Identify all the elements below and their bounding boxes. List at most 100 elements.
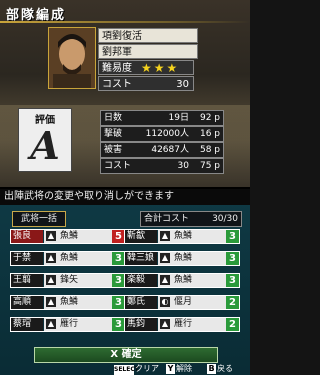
stat-label: 被害	[104, 145, 123, 155]
unit-name: 靳歙	[125, 230, 157, 243]
bulk-assign-button[interactable]: 武将一括	[12, 211, 66, 227]
back-button[interactable]: B 戻る	[207, 363, 233, 375]
formation-box: ▲ 雁行	[44, 318, 112, 331]
unit-name: 韓三娘	[125, 252, 157, 265]
formation-box: ◐ 偃月	[158, 296, 226, 309]
formation-icon: ▲	[46, 253, 56, 263]
formation-icon: ▲	[46, 319, 56, 329]
scenario-cost-label: コスト	[102, 79, 132, 90]
formation-icon: ▲	[160, 319, 170, 329]
unit-slot[interactable]: 馬鈞 ▲ 雁行 2	[124, 317, 240, 332]
unit-cost-badge: 3	[226, 274, 239, 287]
stat-row-damage: 被害 42687人 58 p	[100, 142, 224, 158]
bottom-screen: 出陣武将の変更や取り消しができます 武将一括 合計コスト 30/30 X 確定 …	[0, 189, 250, 375]
formation-icon: ▲	[46, 231, 56, 241]
clear-button[interactable]: SELECTクリア	[114, 363, 159, 375]
formation-box: ▲ 鋒矢	[44, 274, 112, 287]
unit-cost-badge: 3	[226, 252, 239, 265]
stat-label: 日数	[104, 113, 123, 123]
formation-icon: ▲	[46, 275, 56, 285]
x-button-icon: X	[110, 349, 119, 360]
back-label: 戻る	[217, 364, 233, 373]
commander-portrait	[48, 27, 96, 89]
evaluation-grade: A	[30, 123, 60, 168]
scenario-cost-row: コスト 30	[98, 76, 194, 91]
total-cost-value: 30/30	[212, 214, 238, 224]
unit-slot[interactable]: 王翦 ▲ 鋒矢 3	[10, 273, 126, 288]
unit-name: 王翦	[11, 274, 43, 287]
formation-box: ▲ 魚鱗	[44, 296, 112, 309]
confirm-label: 確定	[121, 349, 142, 360]
unit-slot[interactable]: 韓三娘 ▲ 魚鱗 3	[124, 251, 240, 266]
stat-row-defeated: 撃破 112000人 16 p	[100, 126, 224, 142]
game-screen: 部隊編成 項劉復活 劉邦軍 難易度 ★★★ コスト 30 評価 A 日数 19日…	[0, 0, 250, 375]
stat-row-days: 日数 19日 92 p	[100, 110, 224, 126]
stat-value: 112000人	[145, 129, 189, 139]
clear-label: クリア	[135, 364, 159, 373]
select-key-icon: SELECT	[114, 365, 139, 375]
formation-label: 偃月	[174, 297, 193, 307]
unit-cost-badge: 2	[226, 318, 239, 331]
unit-name: 鄭氏	[125, 296, 157, 309]
formation-box: ▲ 魚鱗	[44, 252, 112, 265]
total-cost-label: 合計コスト	[144, 214, 190, 224]
unit-slot[interactable]: 于禁 ▲ 魚鱗 3	[10, 251, 126, 266]
b-key-icon: B	[207, 364, 216, 374]
formation-label: 鋒矢	[60, 275, 79, 285]
stat-value: 19日	[168, 113, 189, 123]
unit-cost-badge: 3	[226, 230, 239, 243]
formation-icon: ▲	[46, 297, 56, 307]
formation-box: ▲ 魚鱗	[158, 230, 226, 243]
unit-name: 楽毅	[125, 274, 157, 287]
formation-label: 魚鱗	[60, 297, 79, 307]
unit-slot[interactable]: 靳歙 ▲ 魚鱗 3	[124, 229, 240, 244]
stat-label: コスト	[104, 161, 132, 171]
formation-label: 魚鱗	[60, 231, 79, 241]
unit-slot[interactable]: 高順 ▲ 魚鱗 3	[10, 295, 126, 310]
stat-value: 30	[177, 161, 189, 171]
unit-name: 高順	[11, 296, 43, 309]
stat-value: 42687人	[151, 145, 189, 155]
unit-name: 張良	[11, 230, 43, 243]
title-underline	[0, 21, 250, 23]
formation-box: ▲ 雁行	[158, 318, 226, 331]
evaluation-panel: 評価 A	[18, 108, 72, 172]
stat-label: 撃破	[104, 129, 123, 139]
formation-icon: ◐	[160, 297, 170, 307]
footer-controls: SELECTクリア Y 解除 B 戻る	[0, 363, 250, 375]
formation-icon: ▲	[160, 275, 170, 285]
stat-points: 16 p	[199, 129, 220, 139]
formation-icon: ▲	[160, 231, 170, 241]
unit-name: 馬鈞	[125, 318, 157, 331]
formation-box: ▲ 魚鱗	[158, 252, 226, 265]
scenario-cost-value: 30	[176, 79, 189, 90]
difficulty-label: 難易度	[102, 63, 132, 74]
stat-points: 92 p	[199, 113, 220, 123]
formation-label: 雁行	[60, 319, 79, 329]
stat-points: 58 p	[199, 145, 220, 155]
confirm-button[interactable]: X 確定	[34, 347, 218, 363]
formation-label: 魚鱗	[60, 253, 79, 263]
formation-icon: ▲	[160, 253, 170, 263]
unit-slot[interactable]: 張良 ▲ 魚鱗 5	[10, 229, 126, 244]
formation-label: 雁行	[174, 319, 193, 329]
total-cost-display: 合計コスト 30/30	[140, 211, 242, 227]
remove-label: 解除	[176, 364, 192, 373]
top-screen: 部隊編成 項劉復活 劉邦軍 難易度 ★★★ コスト 30 評価 A 日数 19日…	[0, 0, 250, 187]
unit-slot[interactable]: 鄭氏 ◐ 偃月 2	[124, 295, 240, 310]
unit-name: 蔡瑁	[11, 318, 43, 331]
help-message: 出陣武将の変更や取り消しができます	[0, 189, 250, 205]
formation-box: ▲ 魚鱗	[44, 230, 112, 243]
formation-box: ▲ 魚鱗	[158, 274, 226, 287]
scenario-title: 項劉復活	[98, 28, 198, 43]
stat-points: 75 p	[199, 161, 220, 171]
faction-name: 劉邦軍	[98, 44, 198, 59]
unit-name: 于禁	[11, 252, 43, 265]
unit-slot[interactable]: 蔡瑁 ▲ 雁行 3	[10, 317, 126, 332]
difficulty-row: 難易度 ★★★	[98, 60, 194, 75]
remove-button[interactable]: Y 解除	[166, 363, 192, 375]
unit-cost-badge: 2	[226, 296, 239, 309]
formation-label: 魚鱗	[174, 231, 193, 241]
difficulty-stars: ★★★	[141, 61, 180, 75]
unit-slot[interactable]: 楽毅 ▲ 魚鱗 3	[124, 273, 240, 288]
